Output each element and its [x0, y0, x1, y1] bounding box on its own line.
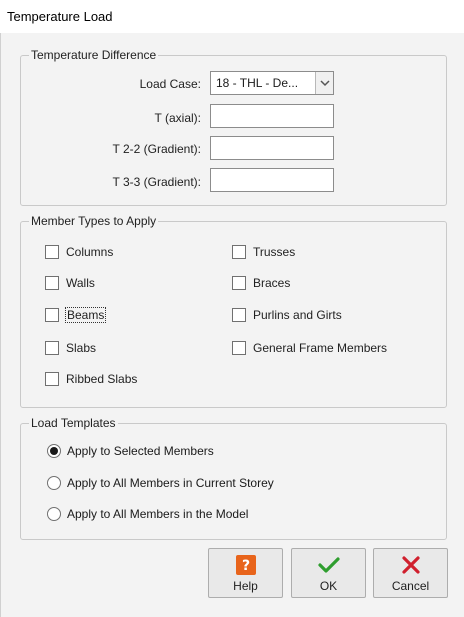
- dialog-body: Temperature Difference Load Case: 18 - T…: [0, 33, 464, 617]
- checkbox-general-frame-members-label: General Frame Members: [253, 341, 388, 355]
- radio-apply-selected[interactable]: Apply to Selected Members: [47, 444, 214, 458]
- checkbox-beams[interactable]: Beams: [45, 307, 107, 323]
- load-case-dropdown[interactable]: 18 - THL - De...: [210, 71, 334, 95]
- radio-apply-selected-label: Apply to Selected Members: [67, 444, 214, 458]
- title-bar: Temperature Load: [0, 0, 464, 33]
- checkbox-purlins-girts[interactable]: Purlins and Girts: [232, 308, 342, 322]
- cancel-button[interactable]: Cancel: [373, 548, 448, 598]
- temperature-difference-legend: Temperature Difference: [31, 48, 157, 62]
- radio-apply-current-storey[interactable]: Apply to All Members in Current Storey: [47, 476, 274, 490]
- checkbox-trusses[interactable]: Trusses: [232, 245, 295, 259]
- checkbox-ribbed-slabs-label: Ribbed Slabs: [66, 372, 138, 386]
- close-icon: [401, 554, 420, 576]
- t33-gradient-input[interactable]: [210, 168, 334, 192]
- checkbox-beams-label: Beams: [64, 307, 107, 323]
- t-axial-label: T (axial):: [154, 111, 201, 125]
- ok-button[interactable]: OK: [291, 548, 366, 598]
- chevron-down-icon[interactable]: [315, 72, 333, 94]
- radio-apply-model[interactable]: Apply to All Members in the Model: [47, 507, 248, 521]
- t22-gradient-label: T 2-2 (Gradient):: [112, 142, 201, 156]
- checkbox-general-frame-members[interactable]: General Frame Members: [232, 341, 387, 355]
- svg-text:?: ?: [241, 558, 249, 574]
- checkbox-columns-label: Columns: [66, 245, 114, 259]
- checkbox-braces[interactable]: Braces: [232, 276, 290, 290]
- checkmark-icon: [317, 554, 340, 576]
- radio-apply-current-storey-label: Apply to All Members in Current Storey: [67, 476, 274, 490]
- t-axial-input[interactable]: [210, 104, 334, 128]
- load-templates-legend: Load Templates: [31, 416, 116, 430]
- load-case-value: 18 - THL - De...: [216, 76, 299, 90]
- checkbox-purlins-girts-label: Purlins and Girts: [253, 308, 342, 322]
- help-button[interactable]: ? Help: [208, 548, 283, 598]
- checkbox-columns[interactable]: Columns: [45, 245, 113, 259]
- window-title: Temperature Load: [7, 9, 113, 24]
- member-types-legend: Member Types to Apply: [31, 214, 157, 228]
- checkbox-slabs[interactable]: Slabs: [45, 341, 96, 355]
- ok-button-label: OK: [319, 578, 338, 593]
- help-icon: ?: [235, 554, 256, 576]
- radio-selected-dot: [50, 447, 58, 455]
- help-button-label: Help: [233, 578, 258, 593]
- checkbox-walls[interactable]: Walls: [45, 276, 95, 290]
- cancel-button-label: Cancel: [391, 578, 430, 593]
- radio-apply-model-label: Apply to All Members in the Model: [67, 507, 249, 521]
- checkbox-braces-label: Braces: [253, 276, 291, 290]
- t22-gradient-input[interactable]: [210, 136, 334, 160]
- checkbox-walls-label: Walls: [66, 276, 95, 290]
- t33-gradient-label: T 3-3 (Gradient):: [112, 175, 201, 189]
- checkbox-slabs-label: Slabs: [66, 341, 97, 355]
- checkbox-trusses-label: Trusses: [253, 245, 296, 259]
- checkbox-ribbed-slabs[interactable]: Ribbed Slabs: [45, 372, 137, 386]
- load-case-label: Load Case:: [139, 77, 201, 91]
